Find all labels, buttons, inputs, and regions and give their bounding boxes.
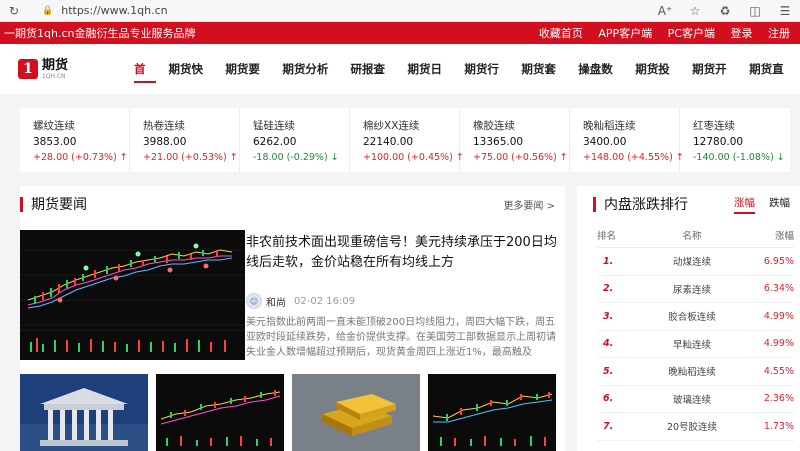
news-panel: 期货要闻 更多要闻 > 非农前技术面出现重磅信号！美元持续承压于200日均线后走… (20, 186, 565, 451)
address-bar[interactable]: 🔒 https://www.1qh.cn (32, 2, 650, 20)
arrow-up-icon: ↑ (119, 152, 128, 163)
nav-analysts[interactable]: 期货分析师 (276, 44, 344, 126)
top-link-login[interactable]: 登录 (731, 27, 753, 40)
arrow-down-icon: ↓ (776, 152, 785, 163)
quote-change: +75.00 (+0.56%) (473, 152, 557, 163)
quote-price: 6262.00 (253, 136, 297, 148)
quote-strip: 螺纹连续 3853.00 +28.00 (+0.73%) ↑ 热卷连续 3988… (20, 108, 790, 172)
table-row[interactable]: 2. 尿素连续 6.34% (597, 276, 794, 303)
tab-losers[interactable]: 跌幅 (769, 195, 790, 214)
more-news-link[interactable]: 更多要闻 > (503, 197, 555, 212)
table-row[interactable]: 4. 早籼连续 4.99% (597, 331, 794, 358)
article-title[interactable]: 非农前技术面出现重磅信号！美元持续承压于200日均线后走软，金价站稳在所有均线上… (246, 233, 564, 273)
site-slogan: 一期货1qh.cn金融衍生品专业服务品牌 (4, 27, 196, 40)
article-time: 02-02 16:09 (294, 295, 356, 307)
quote-name: 红枣连续 (693, 120, 735, 132)
site-logo[interactable]: 1 期货 1QH.CN (18, 59, 126, 80)
quote-item[interactable]: 螺纹连续 3853.00 +28.00 (+0.73%) ↑ (20, 108, 130, 172)
split-screen-icon[interactable]: ◫ (740, 0, 770, 22)
thumbnail-chart[interactable] (428, 374, 556, 451)
featured-article[interactable]: 非农前技术面出现重磅信号！美元持续承压于200日均线后走软，金价站稳在所有均线上… (246, 233, 564, 360)
nav-open-account[interactable]: 期货开户 (686, 44, 743, 126)
section-title: 期货要闻 (20, 194, 87, 214)
nav-reports[interactable]: 研报查询 (345, 44, 402, 126)
thumbnail-federal-reserve[interactable] (20, 374, 148, 451)
nav-investment[interactable]: 期货投资 (629, 44, 686, 126)
arrow-up-icon: ↑ (559, 152, 568, 163)
top-link-bookmark[interactable]: 收藏首页 (539, 27, 583, 40)
arrow-up-icon: ↑ (229, 152, 238, 163)
quote-price: 3853.00 (33, 136, 77, 148)
quote-change: +100.00 (+0.45%) (363, 152, 453, 163)
logo-name: 期货 (42, 57, 69, 73)
quote-item[interactable]: 橡胶连续 13365.00 +75.00 (+0.56%) ↑ (460, 108, 570, 172)
url-text: https://www.1qh.cn (61, 4, 168, 17)
table-row[interactable]: 1. 动煤连续 6.95% (597, 248, 794, 276)
nav-calendar[interactable]: 期货日历 (401, 44, 458, 126)
top-bar: 一期货1qh.cn金融衍生品专业服务品牌 收藏首页 APP客户端 PC客户端 登… (0, 22, 800, 44)
main-nav: 首页 期货快讯 期货要闻 期货分析师 研报查询 期货日历 期货行情 期货套利 操… (128, 44, 800, 126)
quote-price: 12780.00 (693, 136, 744, 148)
avatar: ☺ (246, 293, 262, 309)
nav-live[interactable]: 期货直播 (743, 44, 800, 126)
thumbnail-chart[interactable] (156, 374, 284, 451)
ranking-header: 排名 名称 涨幅 (597, 222, 794, 248)
top-links: 收藏首页 APP客户端 PC客户端 登录 注册 (527, 25, 790, 41)
quote-item[interactable]: 晚籼稻连续 3400.00 +148.00 (+4.55%) ↑ (570, 108, 684, 172)
nav-home[interactable]: 首页 (128, 44, 162, 126)
refresh-icon[interactable]: ↻ (0, 0, 28, 22)
ranking-panel: 内盘涨跌排行 涨幅 跌幅 排名 名称 涨幅 1. 动煤连续 6.95% 2. 尿素连续… (577, 186, 800, 451)
logo-mark: 1 (18, 59, 38, 79)
quote-change: -140.00 (-1.08%) (693, 152, 774, 163)
extensions-icon[interactable]: ♻ (710, 0, 740, 22)
thumbnail-gold-bars[interactable] (292, 374, 420, 451)
quote-item[interactable]: 热卷连续 3988.00 +21.00 (+0.53%) ↑ (130, 108, 240, 172)
nav-arbitrage[interactable]: 期货套利 (515, 44, 572, 126)
quote-name: 橡胶连续 (473, 120, 515, 132)
top-link-app[interactable]: APP客户端 (598, 27, 652, 40)
quote-price: 3988.00 (143, 136, 187, 148)
quote-name: 晚籼稻连续 (583, 120, 636, 132)
table-row[interactable]: 7. 20号胶连续 1.73% (597, 413, 794, 441)
nav-flash[interactable]: 期货快讯 (162, 44, 219, 126)
quote-price: 13365.00 (473, 136, 524, 148)
read-aloud-icon[interactable]: A⁺ (650, 0, 680, 22)
lock-icon: 🔒 (42, 5, 54, 16)
arrow-down-icon: ↓ (330, 152, 339, 163)
quote-change: +28.00 (+0.73%) (33, 152, 117, 163)
quote-change: +148.00 (+4.55%) (583, 152, 673, 163)
nav-trading-data[interactable]: 操盘数据 (572, 44, 629, 126)
tab-gainers[interactable]: 涨幅 (734, 195, 755, 214)
article-author[interactable]: 和尚 (266, 294, 286, 309)
quote-price: 3400.00 (583, 136, 627, 148)
site-header: 1 期货 1QH.CN 首页 期货快讯 期货要闻 期货分析师 研报查询 期货日历… (0, 44, 800, 126)
featured-chart-image[interactable] (20, 230, 245, 360)
quote-item[interactable]: 红枣连续 12780.00 -140.00 (-1.08%) ↓ (680, 108, 790, 172)
news-thumbnails (20, 374, 564, 451)
table-row[interactable]: 5. 晚籼稻连续 4.55% (597, 358, 794, 386)
logo-domain: 1QH.CN (42, 72, 66, 80)
article-summary: 美元指数此前两周一直未能顶破200日均线阻力，周四大幅下跌，周五亚欧时段延续跌势… (246, 317, 556, 358)
quote-change: -18.00 (-0.29%) (253, 152, 328, 163)
nav-quotes[interactable]: 期货行情 (458, 44, 515, 126)
browser-toolbar: ↻ 🔒 https://www.1qh.cn A⁺ ☆ ♻ ◫ ☰ (0, 0, 800, 22)
quote-change: +21.00 (+0.53%) (143, 152, 227, 163)
quote-price: 22140.00 (363, 136, 414, 148)
nav-news[interactable]: 期货要闻 (219, 44, 276, 126)
section-title: 内盘涨跌排行 (593, 194, 688, 214)
quote-name: 热卷连续 (143, 120, 185, 132)
quote-item[interactable]: 棉纱XX连续 22140.00 +100.00 (+0.45%) ↑ (350, 108, 464, 172)
table-row[interactable]: 3. 胶合板连续 4.99% (597, 303, 794, 331)
top-link-pc[interactable]: PC客户端 (668, 27, 715, 40)
favorites-list-icon[interactable]: ☰ (770, 0, 800, 22)
table-row[interactable]: 6. 玻璃连续 2.36% (597, 386, 794, 413)
quote-name: 螺纹连续 (33, 120, 75, 132)
quote-name: 棉纱XX连续 (363, 120, 420, 132)
top-link-register[interactable]: 注册 (768, 27, 790, 40)
quote-item[interactable]: 锰硅连续 6262.00 -18.00 (-0.29%) ↓ (240, 108, 350, 172)
quote-name: 锰硅连续 (253, 120, 295, 132)
favorite-star-icon[interactable]: ☆ (680, 0, 710, 22)
